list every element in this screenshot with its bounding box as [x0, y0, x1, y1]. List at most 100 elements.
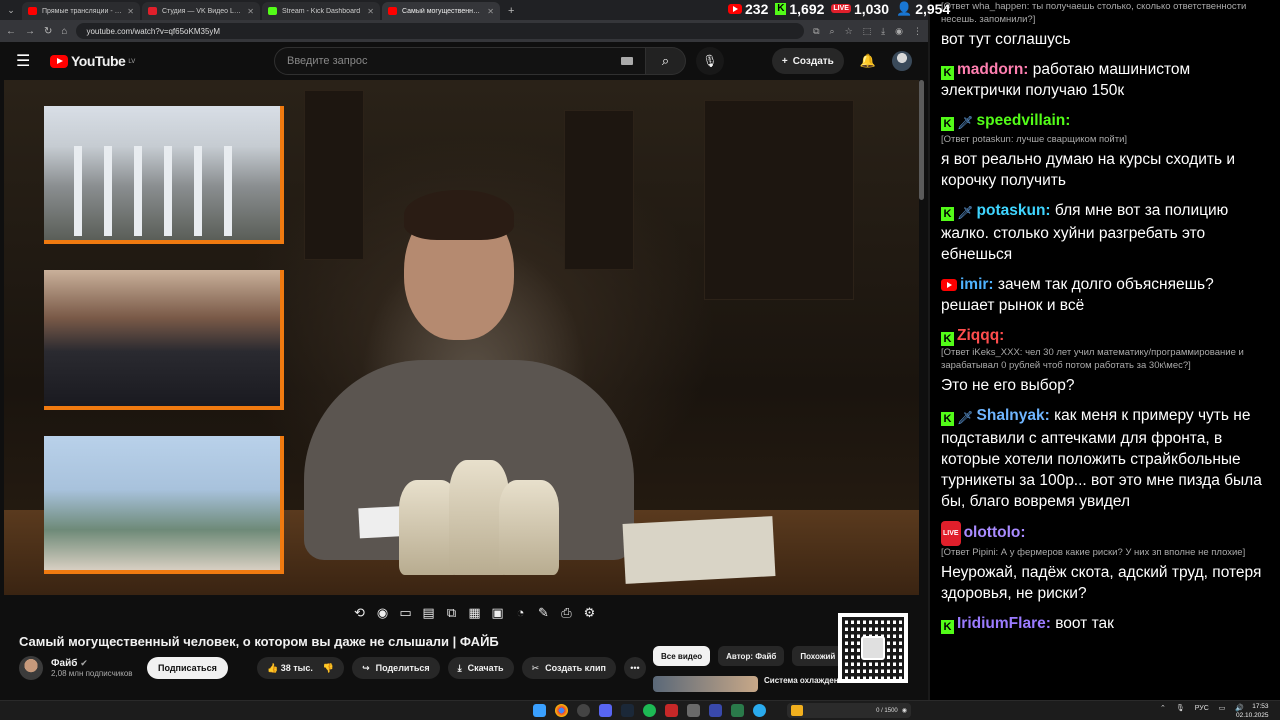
search-button[interactable]: ⌕ — [646, 47, 686, 75]
chat-username[interactable]: Shalnyak: — [977, 407, 1050, 424]
subscribe-button[interactable]: Подписаться — [147, 657, 228, 679]
search-placeholder: Введите запрос — [287, 55, 368, 67]
extensions-icon[interactable]: ⬚ — [863, 26, 872, 37]
tab-kick-dashboard[interactable]: Stream - Kick Dashboard ✕ — [262, 2, 380, 20]
chat-username[interactable]: olottolo: — [964, 524, 1026, 541]
language-indicator[interactable]: РУС — [1195, 705, 1209, 712]
related-video-title[interactable]: Система охлаждения — [764, 676, 848, 692]
scissors-icon: ✂ — [531, 662, 540, 673]
start-windows-icon[interactable] — [533, 704, 546, 717]
chat-message: K Ziqqq: [Ответ iKeks_XXX: чел 30 лет учил… — [941, 325, 1271, 396]
download-icon[interactable]: ⤓ — [881, 26, 885, 37]
back-icon[interactable]: ← — [6, 26, 16, 37]
microphone-icon: 🎙 — [702, 54, 718, 68]
close-tab-icon[interactable]: ✕ — [127, 7, 134, 16]
chat-username[interactable]: maddorn: — [957, 61, 1028, 78]
download-arrow-icon: ⤓ — [457, 662, 462, 673]
chrome-icon[interactable] — [555, 704, 568, 717]
taskbar-media-widget[interactable]: 0 / 1500 ◉ — [787, 703, 911, 718]
chat-username[interactable]: imir: — [960, 276, 994, 293]
audio-icon[interactable]: ◉ — [375, 605, 390, 621]
chat-text: Это не его выбор? — [941, 377, 1075, 394]
video-player[interactable] — [4, 80, 919, 595]
media-controls-icon[interactable]: ◉ — [902, 707, 907, 714]
discord-icon[interactable] — [599, 704, 612, 717]
system-clock[interactable]: 17:53 02.10.2025 — [1236, 702, 1269, 720]
bookmark-star-icon[interactable]: ☆ — [845, 26, 853, 37]
chat-username[interactable]: IridiumFlare: — [957, 615, 1051, 632]
forward-icon[interactable]: → — [25, 26, 35, 37]
url-field[interactable]: youtube.com/watch?v=qf65oKM35yM — [76, 23, 805, 39]
channel-name-row[interactable]: Файб ✔ — [51, 658, 133, 669]
network-icon[interactable]: ▭ — [1219, 704, 1226, 712]
film-icon[interactable]: ▦ — [467, 605, 482, 621]
chat-username[interactable]: potaskun: — [977, 202, 1051, 219]
create-button[interactable]: + Создать — [771, 48, 844, 74]
sword-badge-icon: 🗡 — [957, 205, 974, 220]
tab-search-icon[interactable]: ⌄ — [0, 0, 22, 20]
pip-icon[interactable]: ⧉ — [444, 605, 459, 621]
obs-icon[interactable] — [577, 704, 590, 717]
loop-icon[interactable]: ⟲ — [352, 605, 367, 621]
inset-image-building — [44, 106, 284, 244]
zoom-icon[interactable]: ⌕ — [830, 26, 835, 37]
app-icon[interactable] — [687, 704, 700, 717]
page-scrollbar[interactable] — [919, 80, 924, 200]
more-actions-button[interactable]: ••• — [623, 657, 646, 679]
tab-vk-studio[interactable]: Студия — VK Видео Live ✕ — [142, 2, 260, 20]
menu-dots-icon[interactable]: ⋮ — [913, 26, 922, 37]
video-actions: 👍 38 тыс. 👎 ↪ Поделиться ⤓ Скачать ✂ Соз… — [257, 657, 646, 679]
close-tab-icon[interactable]: ✕ — [367, 7, 374, 16]
close-tab-icon[interactable]: ✕ — [247, 7, 254, 16]
account-avatar[interactable] — [892, 51, 912, 71]
microphone-tray-icon[interactable]: 🎙 — [1176, 704, 1185, 712]
profile-icon[interactable]: ◉ — [895, 26, 903, 37]
chat-header-line: K 🗡 Shalnyak: как меня к примеру чуть не п… — [941, 405, 1271, 512]
chat-username[interactable]: speedvillain: — [977, 112, 1071, 129]
app-icon[interactable] — [665, 704, 678, 717]
clapper-icon[interactable]: ▤ — [421, 605, 436, 621]
dislike-button[interactable]: 👎 — [323, 663, 334, 674]
chip-by-author[interactable]: Автор: Файб — [718, 646, 785, 666]
steam-icon[interactable] — [621, 704, 634, 717]
notifications-bell-icon[interactable]: 🔔 — [860, 53, 876, 69]
like-button[interactable]: 👍 38 тыс. — [267, 663, 313, 674]
new-tab-button[interactable]: + — [502, 5, 520, 20]
screenshot-icon[interactable]: ⎙ — [559, 605, 574, 621]
tab-youtube-live[interactable]: Прямые трансляции - YouTube ✕ — [22, 2, 140, 20]
voice-search-button[interactable]: 🎙 — [696, 47, 724, 75]
search-input[interactable]: Введите запрос — [274, 47, 646, 75]
like-count: 38 тыс. — [280, 662, 313, 673]
spotify-icon[interactable] — [643, 704, 656, 717]
hamburger-menu-icon[interactable]: ☰ — [16, 51, 44, 71]
header-actions: + Создать 🔔 — [771, 48, 912, 74]
related-video-thumbnail[interactable] — [653, 676, 758, 692]
tray-chevron-icon[interactable]: ⌃ — [1160, 704, 1166, 712]
cinema-icon[interactable]: ▭ — [398, 605, 413, 621]
home-icon[interactable]: ⌂ — [61, 26, 67, 37]
keyboard-icon[interactable] — [621, 57, 633, 65]
speed-icon[interactable]: ◔ — [513, 605, 528, 621]
close-tab-icon[interactable]: ✕ — [487, 7, 494, 16]
settings-gear-icon[interactable]: ⚙ — [582, 605, 597, 621]
chat-message: K 🗡 potaskun: бля мне вот за полицию жалко… — [941, 200, 1271, 265]
qr-code-overlay — [838, 613, 908, 683]
youtube-logo[interactable]: YouTube LV — [50, 53, 246, 69]
edit-icon[interactable]: ✎ — [536, 605, 551, 621]
files-icon[interactable] — [731, 704, 744, 717]
channel-avatar[interactable] — [19, 656, 43, 680]
tab-youtube-video[interactable]: Самый могущественный че… ✕ — [382, 2, 500, 20]
player-icon[interactable] — [709, 704, 722, 717]
chip-all-videos[interactable]: Все видео — [653, 646, 711, 666]
frame-icon[interactable]: ▣ — [490, 605, 505, 621]
share-button[interactable]: ↪ Поделиться — [352, 657, 440, 679]
install-icon[interactable]: ⧉ — [813, 26, 819, 37]
chat-username[interactable]: Ziqqq: — [957, 327, 1004, 344]
chat-message: K IridiumFlare: воот так — [941, 613, 1271, 634]
chip-similar[interactable]: Похожий к — [792, 646, 843, 666]
download-button[interactable]: ⤓ Скачать — [447, 657, 514, 679]
telegram-icon[interactable] — [753, 704, 766, 717]
create-clip-button[interactable]: ✂ Создать клип — [521, 657, 616, 679]
reload-icon[interactable]: ↻ — [44, 26, 52, 37]
youtube-header: ☰ YouTube LV Введите запрос ⌕ 🎙 + Создат… — [0, 42, 928, 80]
